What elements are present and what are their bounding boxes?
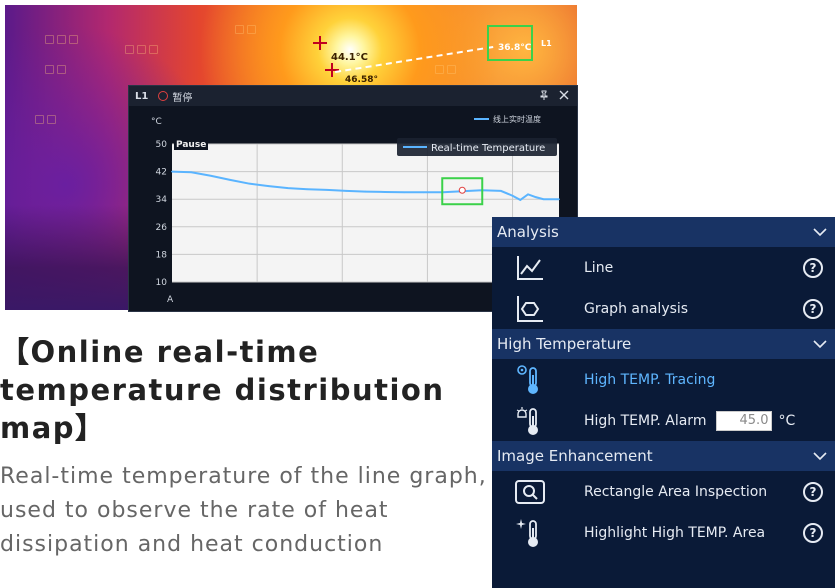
pcb-pad: [247, 25, 256, 34]
thermometer-pin-icon: [510, 362, 550, 398]
thermometer-alarm-icon: [510, 403, 550, 439]
item-label: Line: [584, 259, 614, 276]
line-chart-icon: [510, 250, 550, 286]
data-point: [534, 196, 537, 198]
y-tick-label: 26: [156, 223, 168, 233]
record-icon[interactable]: [158, 91, 169, 101]
hot-spot-label: 44.1°C: [331, 52, 369, 63]
data-point: [364, 190, 367, 193]
y-tick-label: 42: [156, 168, 167, 178]
highlight-point[interactable]: [458, 186, 466, 194]
alarm-unit: °C: [778, 412, 796, 429]
pcb-pad: [57, 65, 66, 74]
point-label: 36.8°C: [498, 43, 532, 53]
side-marker: L1: [541, 39, 552, 48]
close-icon[interactable]: [559, 90, 569, 103]
item-label: Graph analysis: [584, 300, 689, 317]
section-title: Analysis: [497, 223, 559, 241]
pcb-pad: [235, 25, 244, 34]
y-tick-label: 10: [156, 278, 168, 288]
data-point: [267, 185, 270, 187]
hot-spot-crosshair: [313, 36, 327, 50]
thermometer-highlight-icon: [510, 515, 550, 551]
y-tick-label: 34: [156, 195, 168, 205]
graph-analysis-icon: [510, 291, 550, 327]
hot-spot-sub-label: 46.58°: [345, 75, 378, 85]
pcb-pad: [57, 35, 66, 44]
chevron-down-icon[interactable]: [813, 449, 827, 463]
data-point: [403, 191, 406, 194]
section-title: Image Enhancement: [497, 447, 653, 465]
item-label: Highlight High TEMP. Area: [584, 524, 766, 541]
item-label: Rectangle Area Inspection: [584, 483, 768, 500]
help-icon[interactable]: ?: [803, 481, 823, 502]
pcb-pad: [447, 65, 456, 74]
tool-panel: Analysis Line ? Graph analysis ? High Te…: [492, 217, 835, 588]
item-label: High TEMP. Alarm: [584, 412, 707, 429]
help-icon[interactable]: ?: [803, 522, 823, 543]
section-high-temperature[interactable]: High Temperature: [492, 329, 835, 359]
panel-item-high-temp-tracing[interactable]: High TEMP. Tracing: [492, 359, 835, 400]
pcb-pad: [125, 45, 134, 54]
chevron-down-icon[interactable]: [813, 337, 827, 351]
pcb-pad: [45, 35, 54, 44]
x-axis-label: A: [167, 295, 174, 305]
panel-item-highlight-high-temp[interactable]: Highlight High TEMP. Area ?: [492, 512, 835, 553]
panel-item-high-temp-alarm[interactable]: High TEMP. Alarm °C: [492, 400, 835, 441]
section-title: High Temperature: [497, 335, 632, 353]
data-point: [229, 179, 231, 181]
subtext: Real-time temperature of the line graph,…: [0, 464, 487, 557]
data-point: [326, 189, 328, 191]
pin-icon[interactable]: [539, 90, 549, 103]
y-axis-unit: °C: [151, 117, 162, 127]
data-point: [542, 198, 545, 200]
panel-item-rectangle-inspection[interactable]: Rectangle Area Inspection ?: [492, 471, 835, 512]
rectangle-inspection-icon: [510, 474, 550, 510]
legend-label: Real-time Temperature: [431, 143, 545, 154]
data-point: [384, 191, 386, 193]
panel-item-graph-analysis[interactable]: Graph analysis ?: [492, 288, 835, 329]
pcb-pad: [435, 65, 444, 74]
pcb-pad: [137, 45, 146, 54]
data-point: [287, 187, 289, 189]
pcb-pad: [69, 35, 78, 44]
pcb-pad: [35, 115, 44, 124]
data-point: [527, 193, 529, 196]
chart-state: 暂停: [172, 92, 193, 104]
chart-id: L1: [135, 90, 149, 102]
data-point: [190, 171, 193, 174]
help-icon[interactable]: ?: [803, 298, 823, 319]
legend-small-label: 线上实时温度: [493, 114, 541, 124]
data-point: [519, 199, 522, 201]
pcb-pad: [47, 115, 56, 124]
data-point: [306, 188, 309, 190]
data-point: [171, 170, 173, 173]
item-label: High TEMP. Tracing: [584, 371, 716, 388]
pcb-pad: [45, 65, 54, 74]
section-analysis[interactable]: Analysis: [492, 217, 835, 247]
y-tick-label: 50: [156, 140, 168, 150]
data-point: [345, 190, 347, 192]
headline: 【Online real-time temperature distributi…: [0, 335, 445, 445]
data-point: [511, 194, 514, 197]
pcb-pad: [149, 45, 158, 54]
data-point: [500, 190, 502, 192]
panel-item-line[interactable]: Line ?: [492, 247, 835, 288]
data-point: [209, 174, 212, 177]
pause-tag: Pause: [176, 140, 206, 150]
section-image-enhancement[interactable]: Image Enhancement: [492, 441, 835, 471]
chevron-down-icon[interactable]: [813, 225, 827, 239]
data-point: [248, 182, 251, 185]
data-point: [558, 198, 560, 200]
chart-titlebar: L1 暂停: [129, 86, 577, 106]
data-point: [422, 191, 425, 194]
y-tick-label: 18: [156, 250, 168, 260]
help-icon[interactable]: ?: [803, 257, 823, 278]
alarm-threshold-input[interactable]: [716, 410, 773, 431]
